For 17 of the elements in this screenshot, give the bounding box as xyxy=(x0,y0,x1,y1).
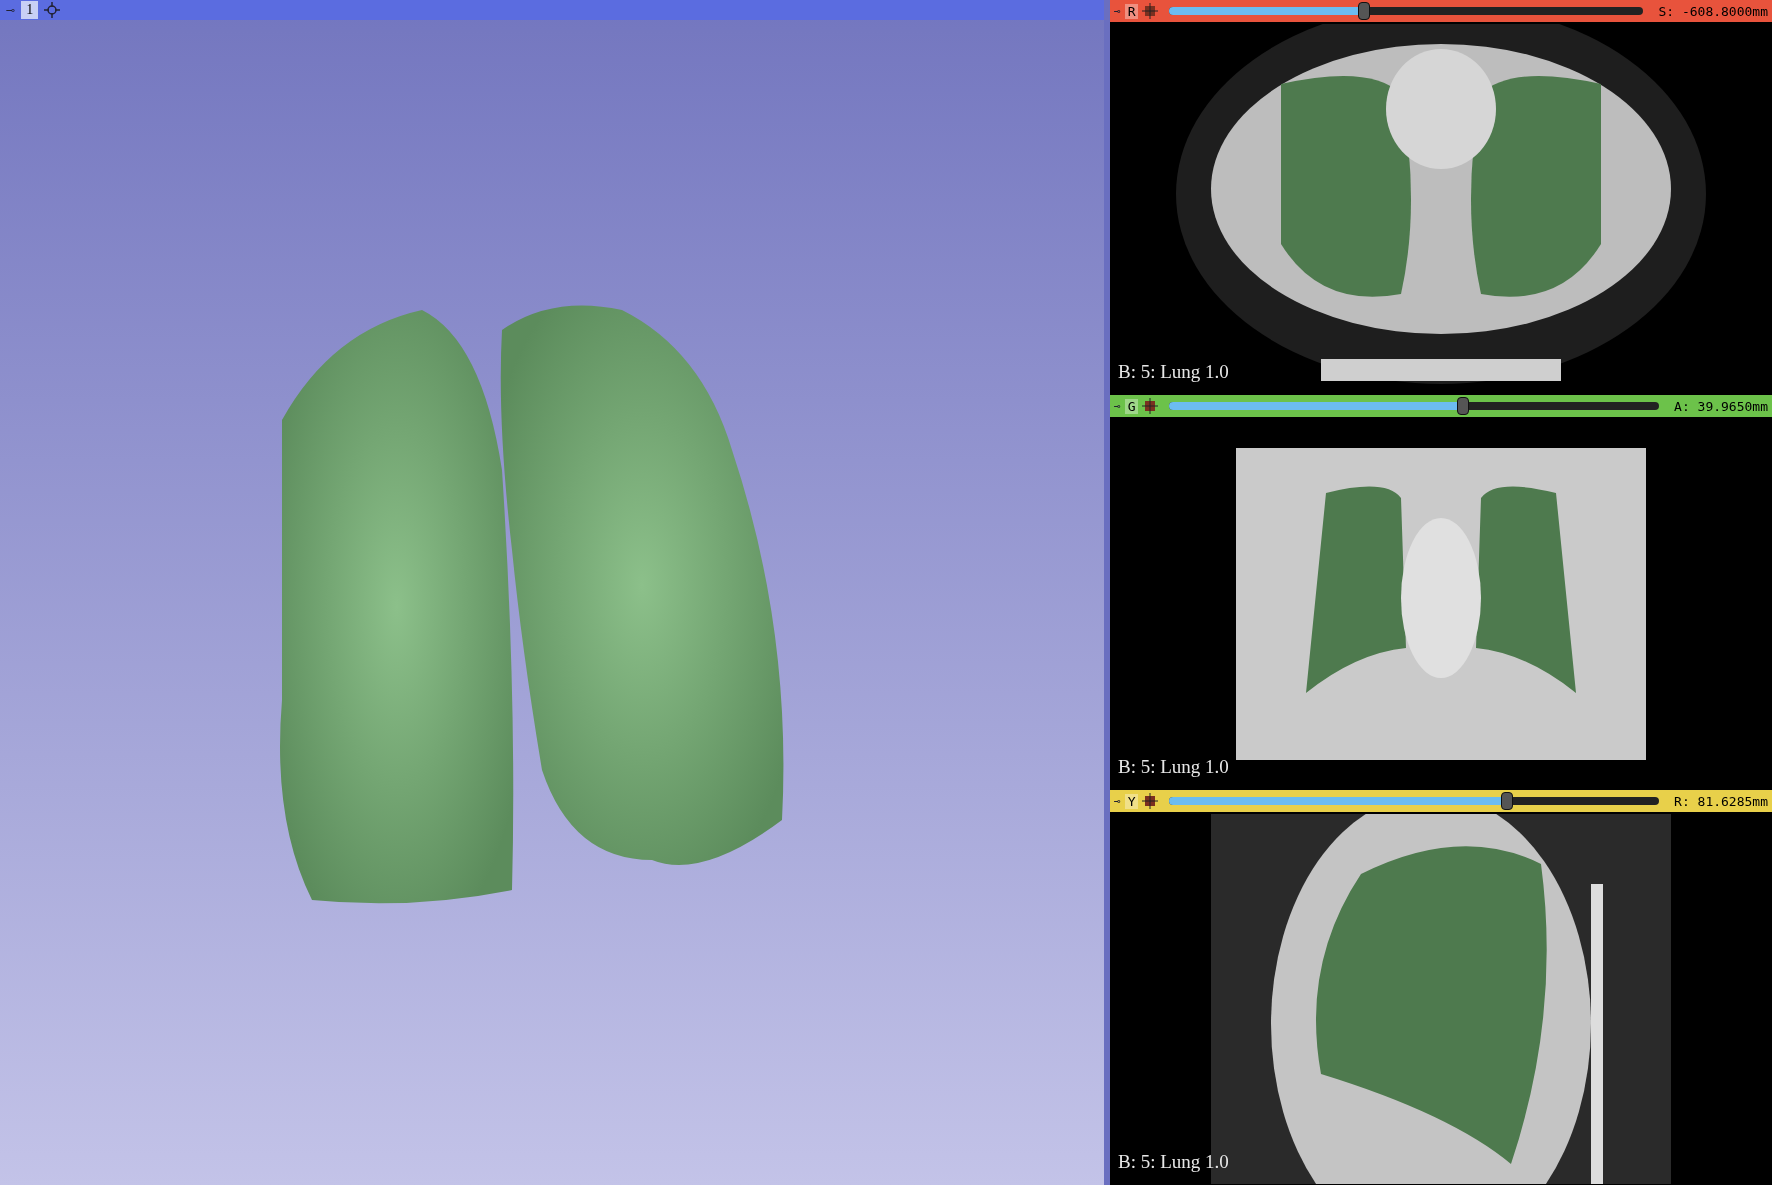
volume-label: B: 5: Lung 1.0 xyxy=(1118,756,1229,778)
link-icon[interactable] xyxy=(1142,398,1159,414)
slice-offset: S: -608.8000mm xyxy=(1657,3,1768,19)
volume-label: B: 5: Lung 1.0 xyxy=(1118,361,1229,383)
pin-button[interactable]: ⊸ xyxy=(1114,4,1121,18)
view-letter: R xyxy=(1124,3,1139,19)
pin-button[interactable]: ⊸ xyxy=(1114,399,1121,413)
volume-label: B: 5: Lung 1.0 xyxy=(1118,1151,1229,1173)
link-icon[interactable] xyxy=(1142,3,1159,19)
view-letter: G xyxy=(1124,398,1139,414)
view-letter: Y xyxy=(1124,793,1139,809)
slice-offset: A: 39.9650mm xyxy=(1673,398,1768,414)
view-number: 1 xyxy=(21,1,39,19)
link-icon[interactable] xyxy=(1142,793,1159,809)
crosshair-icon[interactable] xyxy=(44,2,61,18)
pin-button[interactable]: ⊸ xyxy=(1114,794,1121,808)
slice-offset: R: 81.6285mm xyxy=(1673,793,1768,809)
